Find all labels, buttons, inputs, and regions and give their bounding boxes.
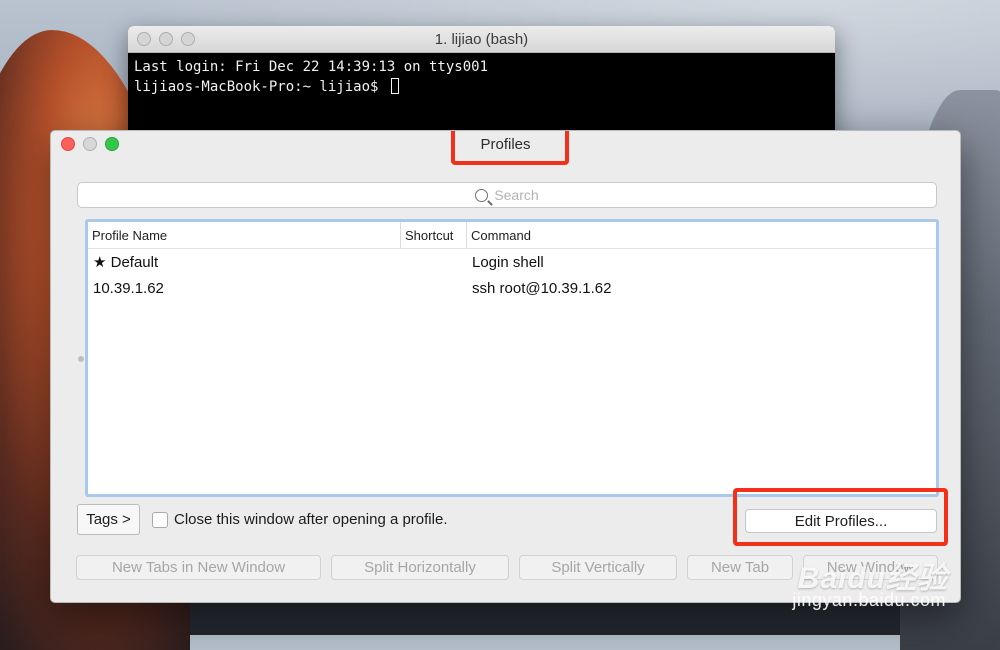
column-command[interactable]: Command <box>467 222 936 248</box>
table-row[interactable]: ★ Default Login shell <box>88 249 936 275</box>
annotation-highlight-title <box>451 131 569 165</box>
split-horizontally-button[interactable]: Split Horizontally <box>331 555 509 580</box>
column-shortcut[interactable]: Shortcut <box>401 222 467 248</box>
command-cell: ssh root@10.39.1.62 <box>472 279 612 297</box>
close-after-open-checkbox[interactable] <box>152 511 168 528</box>
baidu-watermark-url: jingyan.baidu.com <box>792 590 946 610</box>
close-after-open-option[interactable]: Close this window after opening a profil… <box>152 511 448 528</box>
profiles-table[interactable]: Profile Name Shortcut Command ★ Default … <box>85 219 939 497</box>
search-field[interactable]: Search <box>77 182 937 208</box>
table-header: Profile Name Shortcut Command <box>88 222 936 249</box>
command-cell: Login shell <box>472 253 544 271</box>
close-after-open-label: Close this window after opening a profil… <box>174 511 448 528</box>
search-placeholder: Search <box>494 187 539 203</box>
terminal-screen[interactable]: Last login: Fri Dec 22 14:39:13 on ttys0… <box>128 53 835 101</box>
tags-button[interactable]: Tags > <box>77 504 140 535</box>
terminal-titlebar[interactable]: 1. lijiao (bash) <box>128 26 835 53</box>
terminal-prompt: lijiaos-MacBook-Pro:~ lijiao$ <box>134 79 387 95</box>
split-vertically-button[interactable]: Split Vertically <box>519 555 677 580</box>
cursor-block <box>390 78 399 94</box>
profile-name-cell: 10.39.1.62 <box>93 279 164 297</box>
new-tabs-in-new-window-button[interactable]: New Tabs in New Window <box>76 555 321 580</box>
terminal-line: Last login: Fri Dec 22 14:39:13 on ttys0… <box>134 59 489 75</box>
profiles-titlebar[interactable]: Profiles <box>51 131 960 165</box>
profile-name-cell: ★ Default <box>93 254 159 271</box>
edit-profiles-button[interactable]: Edit Profiles... <box>745 509 937 533</box>
search-icon <box>475 188 489 202</box>
terminal-title: 1. lijiao (bash) <box>434 31 529 48</box>
terminal-prompt-line: lijiaos-MacBook-Pro:~ lijiao$ <box>134 77 829 97</box>
new-tab-button[interactable]: New Tab <box>687 555 793 580</box>
split-handle[interactable] <box>78 356 84 362</box>
table-row[interactable]: 10.39.1.62 ssh root@10.39.1.62 <box>88 275 936 301</box>
profiles-window[interactable]: Profiles Search Profile Name Shortcut Co… <box>50 130 961 603</box>
column-profile-name[interactable]: Profile Name <box>88 222 401 248</box>
